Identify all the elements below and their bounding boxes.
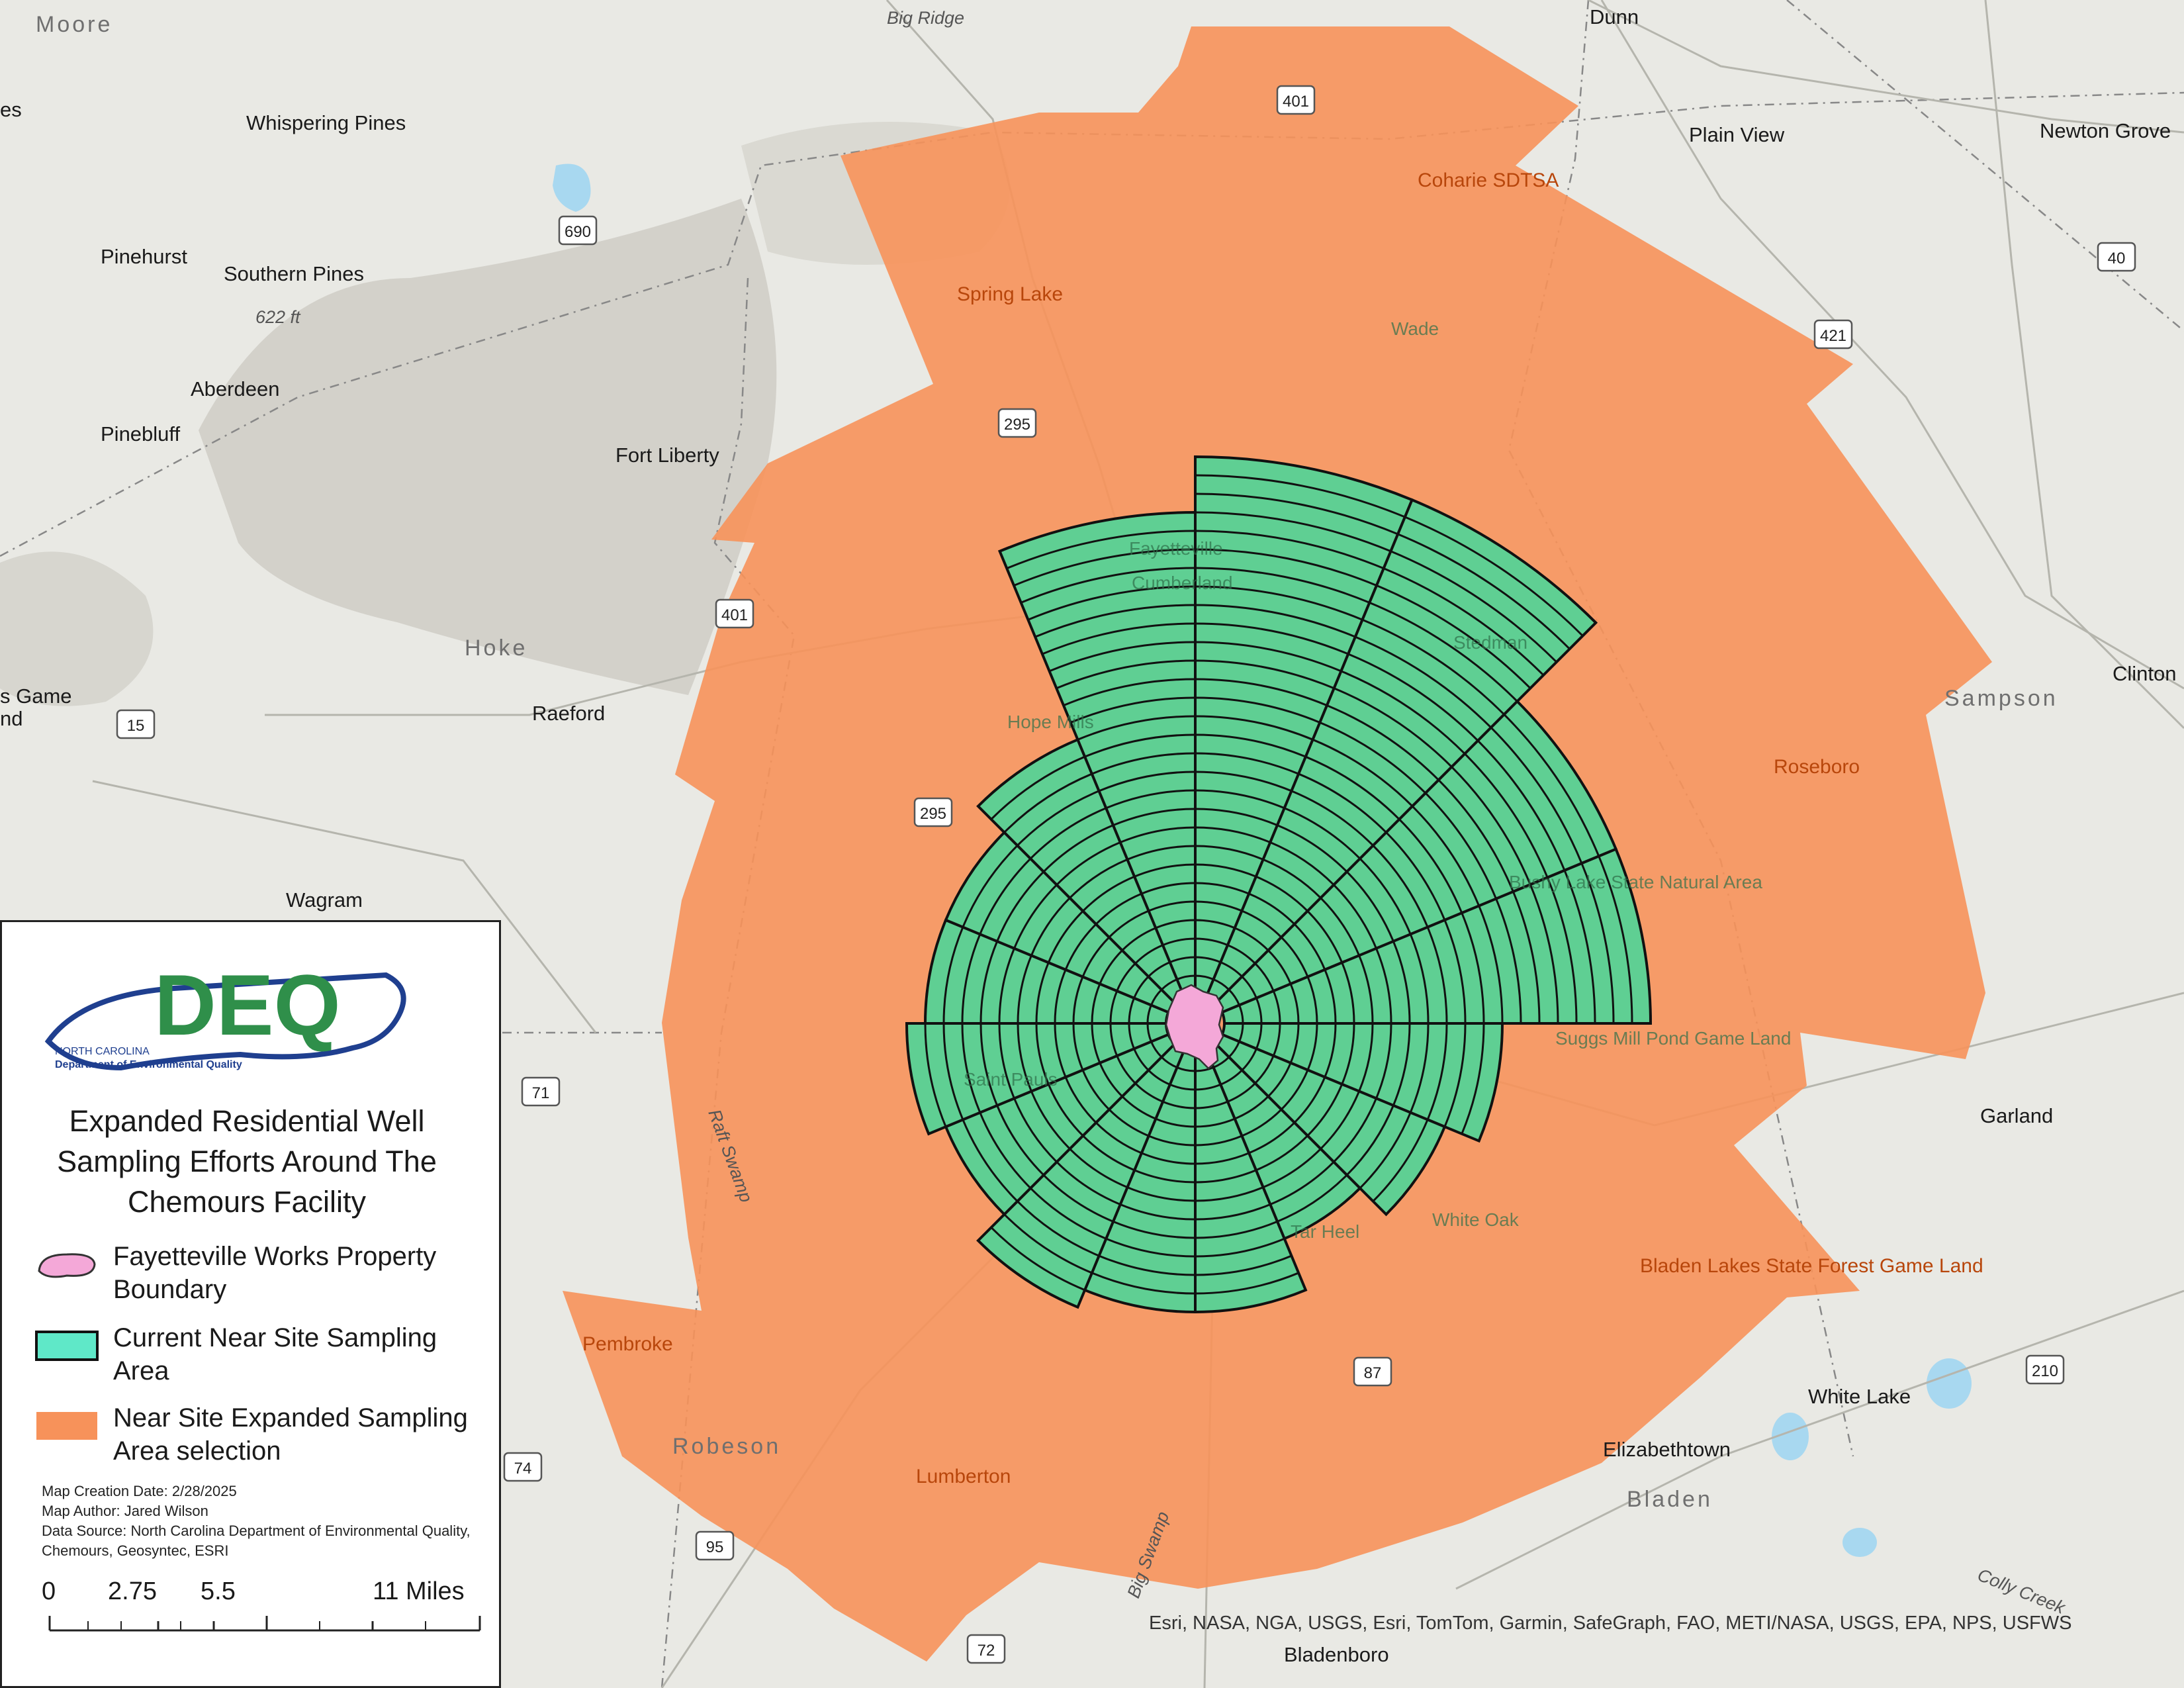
- place-label: Whispering Pines: [246, 111, 406, 134]
- route-shield-label: 401: [1283, 93, 1309, 111]
- data-source: Data Source: North Carolina Department o…: [42, 1523, 471, 1559]
- place-label: Clinton: [2113, 662, 2177, 685]
- place-label: s Game: [0, 684, 72, 708]
- scale-bar: 0 2.75 5.5 11 Miles: [42, 1577, 481, 1657]
- place-label: Saint Pauls: [964, 1069, 1058, 1090]
- place-label: 622 ft: [255, 307, 301, 327]
- deq-logo-text: DEQ: [154, 957, 341, 1053]
- place-label: Big Ridge: [887, 8, 964, 28]
- place-label: White Oak: [1432, 1209, 1520, 1230]
- place-label: Pinebluff: [101, 422, 180, 445]
- route-shield-label: 295: [920, 805, 946, 823]
- place-label: Bladen: [1627, 1487, 1713, 1512]
- place-label: Elizabethtown: [1603, 1438, 1731, 1461]
- map-attribution: Esri, NASA, NGA, USGS, Esri, TomTom, Gar…: [1149, 1613, 2072, 1634]
- place-label: Robeson: [672, 1434, 781, 1459]
- route-shield-label: 95: [706, 1538, 724, 1556]
- place-label: Cumberland: [1132, 573, 1233, 593]
- place-label: Southern Pines: [224, 262, 364, 285]
- legend-label-expanded: Near Site Expanded Sampling Area selecti…: [113, 1403, 468, 1466]
- current-area-swatch-icon: [35, 1331, 99, 1361]
- place-label: Pembroke: [582, 1333, 673, 1355]
- place-label: Lumberton: [916, 1466, 1011, 1487]
- place-label: Roseboro: [1774, 756, 1860, 778]
- legend-label-current: Current Near Site Sampling Area: [113, 1323, 437, 1385]
- place-label: Aberdeen: [191, 377, 279, 400]
- place-label: Bladen Lakes State Forest Game Land: [1640, 1255, 1983, 1277]
- place-label: Fort Liberty: [615, 444, 719, 467]
- scale-label-0: 0: [42, 1577, 56, 1605]
- property-swatch-icon: [38, 1253, 96, 1278]
- legend-panel: DEQ NORTH CAROLINA Department of Environ…: [0, 920, 501, 1688]
- scale-bar-graphic: [48, 1616, 481, 1632]
- deq-logo-subtitle-dept: Department of Environmental Quality: [55, 1059, 242, 1070]
- place-label: Tar Heel: [1291, 1221, 1359, 1242]
- route-shield-label: 295: [1004, 416, 1030, 434]
- expanded-area-swatch-icon: [36, 1412, 97, 1440]
- place-label: Sampson: [1944, 686, 2058, 711]
- route-shield-label: 15: [127, 717, 145, 735]
- place-label: Hope Mills: [1007, 712, 1094, 732]
- place-label: Coharie SDTSA: [1418, 169, 1559, 191]
- place-label: Hoke: [465, 635, 527, 661]
- place-label: Dunn: [1590, 5, 1639, 28]
- map-credits: Map Creation Date: 2/28/2025 Map Author:…: [42, 1481, 492, 1561]
- route-shield-label: 74: [514, 1460, 532, 1477]
- map-title: Expanded Residential Well Sampling Effor…: [57, 1104, 437, 1219]
- place-label: es: [0, 98, 22, 121]
- place-label: Garland: [1980, 1104, 2053, 1127]
- place-label: Pinehurst: [101, 245, 187, 268]
- white-lake: [1927, 1358, 1972, 1409]
- route-shield-label: 421: [1820, 327, 1846, 345]
- place-label: Moore: [36, 12, 113, 37]
- route-shield-label: 690: [565, 223, 591, 241]
- route-shield-label: 87: [1364, 1364, 1382, 1382]
- place-label: Spring Lake: [957, 283, 1063, 305]
- route-shield-label: 72: [978, 1642, 995, 1660]
- route-shield-label: 71: [532, 1084, 550, 1102]
- small-lake: [1843, 1528, 1877, 1557]
- route-shield-label: 40: [2108, 250, 2126, 267]
- place-label: Plain View: [1689, 123, 1785, 146]
- place-label: Raeford: [532, 702, 605, 725]
- place-label: White Lake: [1808, 1385, 1911, 1408]
- route-shield-label: 401: [721, 606, 748, 624]
- place-label: Newton Grove: [2040, 119, 2171, 142]
- place-label: Fayetteville: [1129, 538, 1223, 559]
- scale-label-1: 2.75: [108, 1577, 157, 1605]
- place-label: Wade: [1391, 318, 1439, 339]
- place-label: Stedman: [1453, 632, 1527, 653]
- place-label: Bushy Lake State Natural Area: [1509, 872, 1762, 892]
- scale-label-2: 5.5: [201, 1577, 236, 1605]
- creation-date: Map Creation Date: 2/28/2025: [42, 1483, 237, 1499]
- map-author: Map Author: Jared Wilson: [42, 1503, 208, 1519]
- place-label: nd: [0, 707, 23, 730]
- place-label: Suggs Mill Pond Game Land: [1555, 1028, 1791, 1049]
- scale-label-3: 11 Miles: [373, 1577, 465, 1605]
- deq-logo: DEQ NORTH CAROLINA Department of Environ…: [44, 957, 406, 1071]
- deq-logo-subtitle-state: NORTH CAROLINA: [55, 1046, 150, 1057]
- legend-label-property: Fayetteville Works Property Boundary: [113, 1242, 437, 1304]
- place-label: Wagram: [286, 888, 363, 912]
- route-shield-label: 210: [2032, 1362, 2058, 1380]
- place-label: Bladenboro: [1284, 1643, 1389, 1666]
